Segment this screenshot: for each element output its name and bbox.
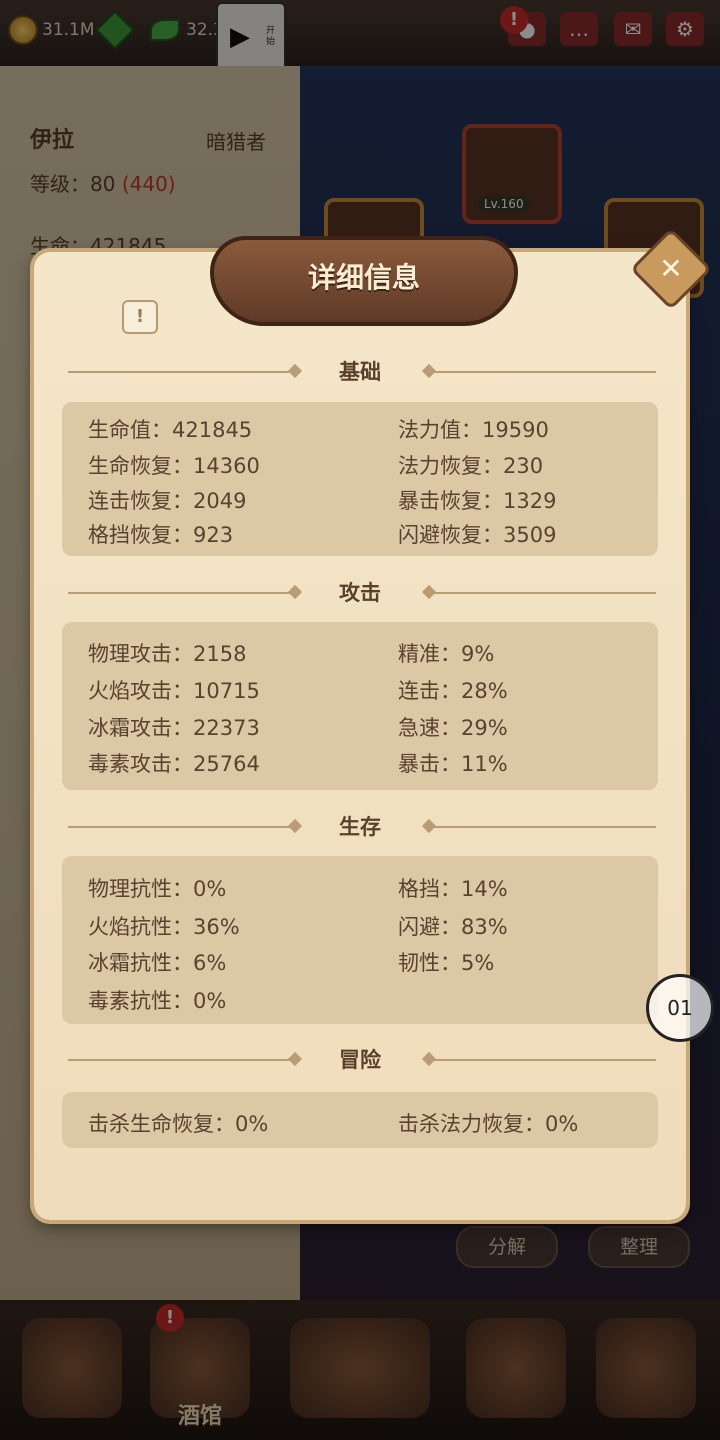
stat-haste: 急速：29% (398, 716, 508, 740)
stat-block: 格挡：14% (398, 877, 508, 901)
stat-dodge-regen: 闪避恢复：3509 (398, 523, 557, 547)
stat-block-regen: 格挡恢复：923 (88, 523, 234, 547)
stat-physical-attack: 物理攻击：2158 (88, 642, 247, 666)
stat-accuracy: 精准：9% (398, 642, 495, 666)
stat-crit-regen: 暴击恢复：1329 (398, 489, 557, 513)
stat-toughness: 韧性：5% (398, 951, 495, 975)
stat-dodge: 闪避：83% (398, 915, 508, 939)
section-header-attack: 攻击 (68, 581, 656, 605)
stat-physical-resist: 物理抗性：0% (88, 877, 227, 901)
stat-kill-mp-regen: 击杀法力恢复：0% (398, 1112, 579, 1136)
stat-crit: 暴击：11% (398, 752, 508, 776)
record-reticle-icon[interactable]: 01 (646, 974, 714, 1042)
stat-fire-attack: 火焰攻击：10715 (88, 679, 260, 703)
stat-kill-hp-regen: 击杀生命恢复：0% (88, 1112, 269, 1136)
stat-mp: 法力值：19590 (398, 418, 549, 442)
stat-combo-regen: 连击恢复：2049 (88, 489, 247, 513)
close-icon[interactable]: ✕ (642, 240, 700, 298)
section-header-basic: 基础 (68, 360, 656, 384)
stat-hp-regen: 生命恢复：14360 (88, 454, 260, 478)
modal-title: 详细信息 (307, 261, 420, 294)
section-title-adventure: 冒险 (339, 1048, 381, 1072)
stat-frost-resist: 冰霜抗性：6% (88, 951, 227, 975)
stat-hp: 生命值：421845 (88, 418, 253, 442)
stat-frost-attack: 冰霜攻击：22373 (88, 716, 260, 740)
stat-combo: 连击：28% (398, 679, 508, 703)
section-header-survival: 生存 (68, 815, 656, 839)
section-title-attack: 攻击 (339, 581, 381, 605)
section-title-basic: 基础 (339, 360, 381, 384)
section-header-adventure: 冒险 (68, 1048, 656, 1072)
stat-mp-regen: 法力恢复：230 (398, 454, 544, 478)
info-icon[interactable]: ! (122, 300, 158, 334)
stat-poison-attack: 毒素攻击：25764 (88, 752, 260, 776)
stat-poison-resist: 毒素抗性：0% (88, 989, 227, 1013)
stat-fire-resist: 火焰抗性：36% (88, 915, 240, 939)
section-title-survival: 生存 (339, 815, 381, 839)
